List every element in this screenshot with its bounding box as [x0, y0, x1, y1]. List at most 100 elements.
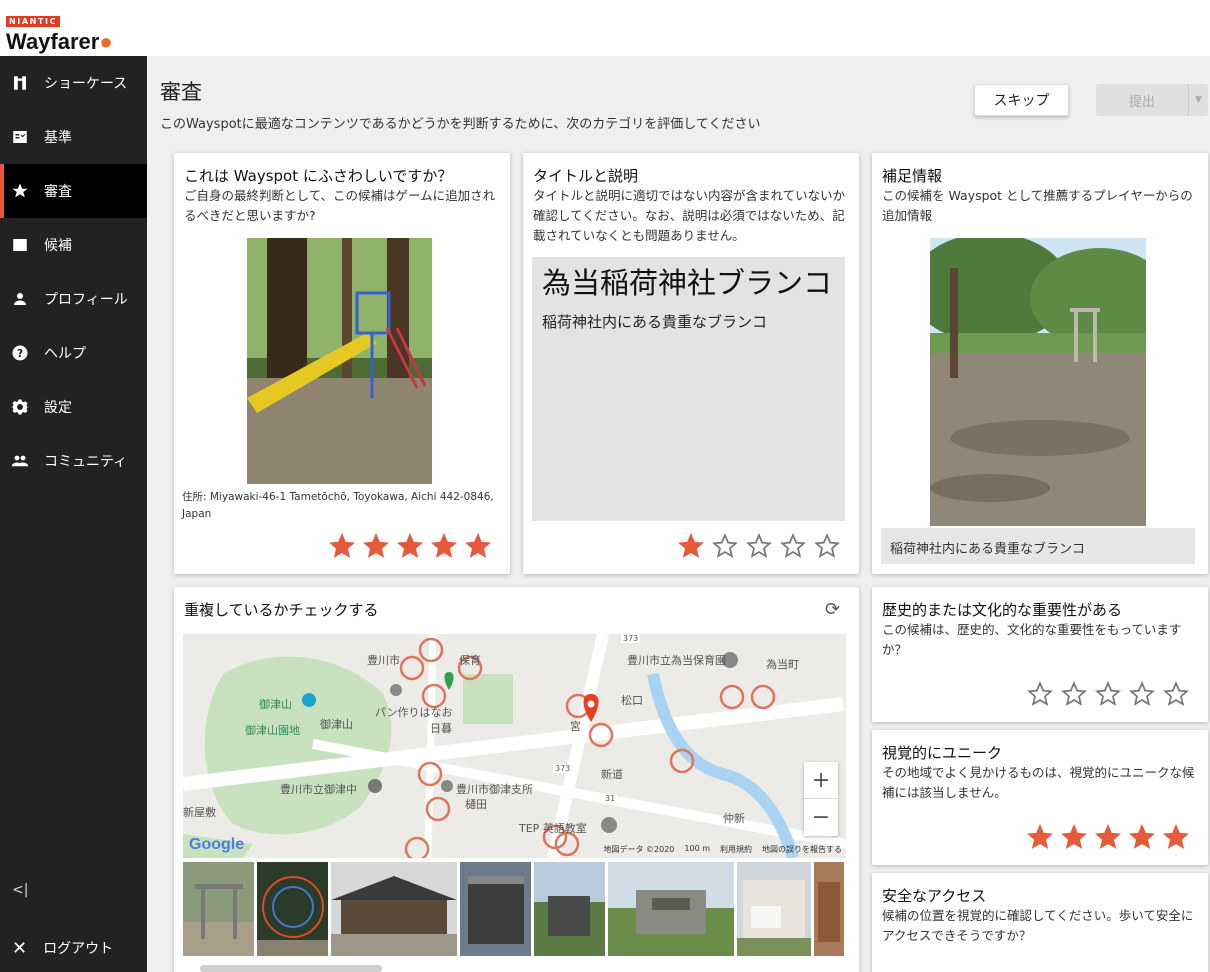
zoom-out-button[interactable]: −	[804, 799, 838, 836]
star-filled-icon[interactable]	[678, 532, 704, 559]
card-title: 安全なアクセス	[882, 887, 987, 905]
star-filled-icon[interactable]	[363, 532, 389, 559]
skip-button[interactable]: スキップ	[974, 84, 1069, 116]
refresh-icon[interactable]: ⟳	[825, 599, 840, 620]
star-filled-icon[interactable]	[397, 532, 423, 559]
supplemental-photo[interactable]	[930, 238, 1146, 526]
star-empty-icon[interactable]	[814, 532, 840, 559]
nearby-thumbnail[interactable]	[814, 862, 844, 956]
sidebar-item-nominations[interactable]: 候補	[0, 218, 147, 272]
map-label: 豊川市御津支所	[456, 783, 533, 796]
sidebar-item-label: ヘルプ	[44, 346, 86, 362]
showcase-icon	[10, 73, 30, 93]
card-description: この候補を Wayspot として推薦するプレイヤーからの追加情報	[882, 188, 1193, 223]
sidebar-item-help[interactable]: ? ヘルプ	[0, 326, 147, 380]
wayfarer-logo[interactable]: NIANTIC Wayfarer●	[6, 9, 113, 55]
sidebar-item-profile[interactable]: プロフィール	[0, 272, 147, 326]
map-label: 御津山園地	[245, 724, 300, 737]
sidebar-item-showcase[interactable]: ショーケース	[0, 56, 147, 110]
duplicate-map[interactable]: 豊川市立為当保育園 為当町 御津山 御津山園地 御津山 パン作りはなお 日暮 豊…	[183, 634, 846, 858]
nearby-thumbnail[interactable]	[331, 862, 457, 956]
rating-stars[interactable]	[1027, 823, 1189, 850]
star-filled-icon[interactable]	[1095, 823, 1121, 850]
road-number: 373	[553, 764, 573, 773]
person-icon	[10, 289, 30, 309]
map-label: 宮	[570, 720, 581, 733]
appropriateness-card: これは Wayspot にふさわしいですか？ ご自身の最終判断として、この候補は…	[174, 153, 510, 574]
star-empty-icon[interactable]	[712, 532, 738, 559]
sidebar-item-community[interactable]: コミュニティ	[0, 434, 147, 488]
rating-stars[interactable]	[1027, 680, 1189, 707]
sidebar-item-label: ショーケース	[44, 76, 128, 92]
map-label: 保育	[459, 654, 481, 667]
star-empty-icon[interactable]	[1163, 680, 1189, 707]
star-filled-icon[interactable]	[431, 532, 457, 559]
zoom-in-button[interactable]: +	[804, 762, 838, 799]
card-title: 歴史的または文化的な重要性がある	[882, 601, 1123, 619]
map-label: 松口	[621, 694, 643, 707]
safe-access-card: 安全なアクセス 候補の位置を視覚的に確認してください。歩いて安全にアクセスできそ…	[872, 873, 1208, 972]
nearby-thumbnail[interactable]	[534, 862, 605, 956]
collapse-sidebar-button[interactable]: <|	[12, 882, 28, 898]
top-bar: NIANTIC Wayfarer●	[0, 0, 1210, 56]
star-filled-icon[interactable]	[1129, 823, 1155, 850]
card-description: その地域でよく見かけるものは、視覚的にユニークな候補には該当しません。	[882, 765, 1195, 800]
terms-link[interactable]: 利用規約	[720, 844, 752, 855]
map-label: 御津山	[259, 698, 292, 711]
road-number: 31	[603, 794, 618, 803]
submit-button[interactable]: 提出 ▼	[1096, 84, 1208, 116]
map-label: 豊川市立御津中	[280, 783, 357, 796]
sidebar-item-label: 候補	[44, 238, 72, 254]
star-icon	[10, 181, 30, 201]
nearby-thumbnail[interactable]	[737, 862, 811, 956]
rating-stars[interactable]	[329, 532, 491, 559]
sidebar-item-label: 基準	[44, 130, 72, 146]
supplemental-caption: 稲荷神社内にある貴重なブランコ	[881, 528, 1195, 564]
star-empty-icon[interactable]	[1129, 680, 1155, 707]
chevron-down-icon[interactable]: ▼	[1188, 84, 1208, 116]
star-empty-icon[interactable]	[1095, 680, 1121, 707]
supplemental-info-card: 補足情報 この候補を Wayspot として推薦するプレイヤーからの追加情報 稲…	[872, 153, 1208, 574]
logout-button[interactable]: ✕ ログアウト	[0, 932, 113, 964]
niantic-logo-text: NIANTIC	[6, 16, 61, 27]
star-filled-icon[interactable]	[1027, 823, 1053, 850]
card-title: 補足情報	[882, 167, 943, 185]
sidebar-item-criteria[interactable]: 基準	[0, 110, 147, 164]
road-number: 373	[621, 634, 641, 643]
star-filled-icon[interactable]	[1163, 823, 1189, 850]
star-empty-icon[interactable]	[780, 532, 806, 559]
sidebar-item-review[interactable]: 審査	[0, 164, 147, 218]
page-title: 審査	[160, 80, 202, 104]
nearby-wayspot-thumbnails	[183, 862, 846, 956]
card-description: ご自身の最終判断として、この候補はゲームに追加されるべきだと思いますか?	[184, 188, 496, 223]
star-filled-icon[interactable]	[465, 532, 491, 559]
criteria-icon	[10, 127, 30, 147]
nearby-thumbnail[interactable]	[257, 862, 328, 956]
report-error-link[interactable]: 地図の誤りを報告する	[762, 844, 842, 855]
logout-label: ログアウト	[43, 941, 114, 957]
visual-uniqueness-card: 視覚的にユニーク その地域でよく見かけるものは、視覚的にユニークな候補には該当し…	[872, 730, 1208, 865]
thumbnail-scrollbar[interactable]	[183, 965, 846, 972]
map-label: 豊川市立為当保育園	[627, 654, 726, 667]
star-filled-icon[interactable]	[1061, 823, 1087, 850]
map-label: 日暮	[430, 722, 452, 735]
candidate-photo[interactable]	[247, 238, 432, 484]
star-empty-icon[interactable]	[1061, 680, 1087, 707]
map-label: 御津山	[320, 718, 353, 731]
map-label: TEP 英語教室	[519, 822, 587, 835]
star-filled-icon[interactable]	[329, 532, 355, 559]
sidebar-item-settings[interactable]: 設定	[0, 380, 147, 434]
community-icon	[10, 451, 30, 471]
map-label: 新道	[601, 768, 623, 781]
rating-stars[interactable]	[678, 532, 840, 559]
nearby-thumbnail[interactable]	[460, 862, 531, 956]
sidebar-item-label: 設定	[44, 400, 72, 416]
nearby-thumbnail[interactable]	[608, 862, 734, 956]
star-empty-icon[interactable]	[1027, 680, 1053, 707]
star-empty-icon[interactable]	[746, 532, 772, 559]
candidate-title: 為当稲荷神社ブランコ	[542, 266, 833, 300]
nearby-thumbnail[interactable]	[183, 862, 254, 956]
sidebar-item-label: コミュニティ	[44, 454, 128, 470]
scrollbar-thumb[interactable]	[200, 965, 382, 972]
candidate-description: 稲荷神社内にある貴重なブランコ	[542, 313, 768, 331]
